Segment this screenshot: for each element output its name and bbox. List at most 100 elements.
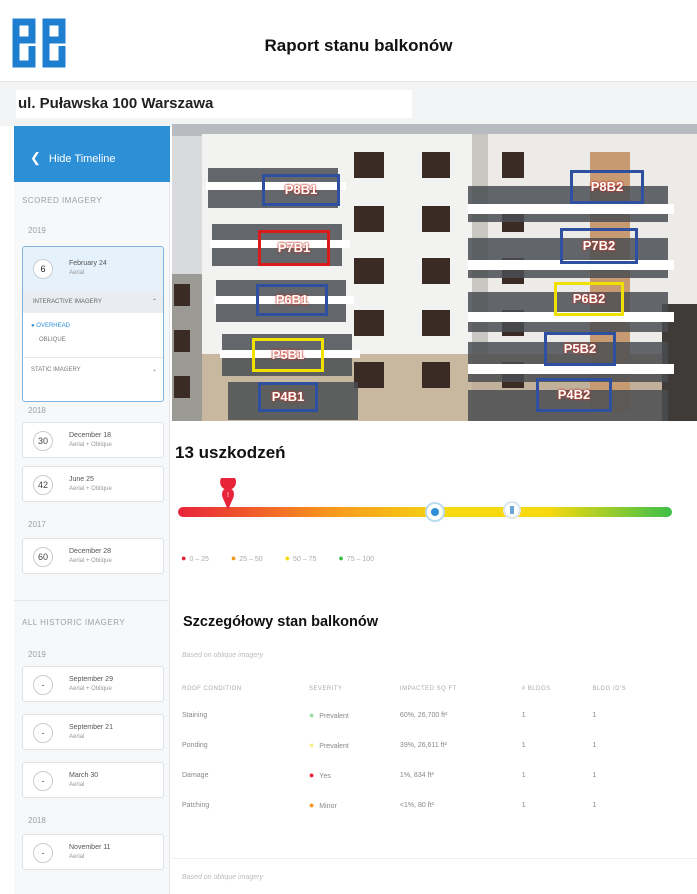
balcony-tag[interactable]: P4B2 [536,378,612,412]
imagery-type: Aerial + Oblique [69,686,112,692]
legend-label: 25 – 50 [239,556,263,563]
reference-marker-icon [425,502,445,522]
severity-dot: ● [308,800,315,810]
year-label: 2018 [28,816,46,825]
imagery-type: Aerial + Oblique [69,558,112,564]
divider [14,600,170,601]
balcony-tag[interactable]: P6B1 [256,284,328,316]
app-header: Raport stanu balkonów [0,0,697,82]
bldgs-cell: 1 [521,741,526,749]
imagery-card[interactable]: 60 December 28 Aerial + Oblique [22,538,164,574]
table-row[interactable]: Staining ● Prevalent 60%, 26,700 ft² 1 1 [176,704,666,734]
legend-item: ● 50 – 75 [284,553,327,563]
imagery-card[interactable]: 30 December 18 Aerial + Oblique [22,422,164,458]
chevron-down-icon: ⌄ [151,367,157,373]
column-header: IMPACTED SQ FT [399,686,457,692]
static-imagery-label: STATIC IMAGERY [31,367,81,373]
severity-label: Prevalent [319,713,349,720]
condition-cell: Damage [182,771,209,779]
building-facade-image [172,124,697,421]
imagery-card[interactable]: - March 30 Aerial [22,762,164,798]
chevron-up-icon: ⌃ [151,299,157,305]
overhead-label: OVERHEAD [36,323,70,329]
severity-dot: ● [308,770,315,780]
imagery-date: June 25 [69,476,94,483]
damage-count: 13 uszkodzeń [175,443,286,462]
severity-cell: ● Minor [303,794,394,824]
active-imagery-card[interactable]: 6 February 24 Aerial INTERACTIVE IMAGERY… [22,246,164,402]
balcony-tag[interactable]: P7B1 [258,230,330,266]
condition-table: ROOF CONDITION SEVERITY IMPACTED SQ FT #… [176,686,666,824]
score-circle: - [33,723,53,743]
column-header: # BLDGS [521,686,551,692]
year-label: 2018 [28,406,46,415]
imagery-type: Aerial [69,270,85,276]
sqft-cell: 1%, 834 ft² [399,771,434,779]
column-header: BLDG ID'S [592,686,627,692]
bldgs-cell: 1 [521,771,526,779]
legend-dot: ● [181,553,187,563]
imagery-type: Aerial + Oblique [69,442,112,448]
table-row[interactable]: Damage ● Yes 1%, 834 ft² 1 1 [176,764,666,794]
imagery-card[interactable]: - September 29 Aerial + Oblique [22,666,164,702]
interactive-imagery-label: INTERACTIVE IMAGERY [33,299,102,305]
condition-cell: Patching [182,801,210,809]
balcony-tag[interactable]: P8B2 [570,170,644,204]
bldg-id-cell: 1 [592,771,597,779]
score-circle: 42 [33,475,53,495]
imagery-date: December 28 [69,548,112,555]
imagery-date: November 11 [69,844,111,851]
imagery-type: Aerial [69,782,85,788]
bldg-id-cell: 1 [592,741,597,749]
severity-label: Minor [319,803,337,810]
imagery-card[interactable]: - November 11 Aerial [22,834,164,870]
static-imagery-toggle[interactable]: STATIC IMAGERY ⌄ [23,357,163,381]
balcony-tag[interactable]: P5B1 [252,338,324,372]
imagery-date: September 29 [69,676,113,683]
imagery-type: Aerial + Oblique [69,486,112,492]
balcony-tag[interactable]: P6B2 [554,282,624,316]
table-row[interactable]: Ponding ● Prevalent 39%, 26,611 ft² 1 1 [176,734,666,764]
severity-label: Yes [319,773,331,780]
balcony-tag[interactable]: P4B1 [258,382,318,412]
imagery-card[interactable]: 42 June 25 Aerial + Oblique [22,466,164,502]
active-card-summary[interactable]: 6 February 24 Aerial [23,247,163,291]
score-circle: 60 [33,547,53,567]
bldg-id-cell: 1 [592,801,597,809]
overhead-option[interactable]: ● OVERHEAD [31,323,70,329]
severity-cell: ● Prevalent [303,734,394,764]
balcony-tag[interactable]: P7B2 [560,228,638,264]
hide-timeline-button[interactable]: ❮ Hide Timeline [14,126,170,182]
divider [172,858,697,859]
interactive-imagery-toggle[interactable]: INTERACTIVE IMAGERY ⌃ [23,291,163,313]
sqft-cell: 60%, 26,700 ft² [399,711,448,719]
severity-label: Prevalent [319,743,349,750]
severity-dot: ● [308,740,315,750]
gauge-legend: ● 0 – 25 ● 25 – 50 ● 50 – 75 ● 75 – 100 [181,553,394,563]
current-score-marker: ! [220,478,236,510]
sqft-cell: 39%, 26,611 ft² [399,741,447,749]
year-label: 2019 [28,650,46,659]
score-circle: - [33,771,53,791]
property-address: ul. Puławska 100 Warszawa [16,90,412,118]
score-circle: 6 [33,259,53,279]
oblique-option[interactable]: OBLIQUE [39,337,66,343]
imagery-type: Aerial [69,734,85,740]
imagery-card[interactable]: - September 21 Aerial [22,714,164,750]
imagery-date: March 30 [69,772,99,779]
imagery-date: December 18 [69,432,112,439]
bldgs-cell: 1 [521,801,526,809]
balcony-tag[interactable]: P5B2 [544,332,616,366]
condition-cell: Staining [182,711,208,719]
report-title: Raport stanu balkonów [264,36,453,55]
score-circle: - [33,675,53,695]
building-photo[interactable]: P8B1 P8B2 P7B1 P7B2 P6B1 P6B2 P5B1 P5B2 … [172,124,697,421]
bldg-id-cell: 1 [592,711,597,719]
column-header: ROOF CONDITION [182,686,242,692]
table-row[interactable]: Patching ● Minor <1%, 80 ft² 1 1 [176,794,666,824]
balcony-tag[interactable]: P8B1 [262,174,340,206]
timeline-sidebar: ❮ Hide Timeline SCORED IMAGERY 2019 6 Feb… [14,126,170,894]
severity-cell: ● Prevalent [303,704,394,734]
bldgs-cell: 1 [521,711,526,719]
legend-dot: ● [284,553,291,563]
